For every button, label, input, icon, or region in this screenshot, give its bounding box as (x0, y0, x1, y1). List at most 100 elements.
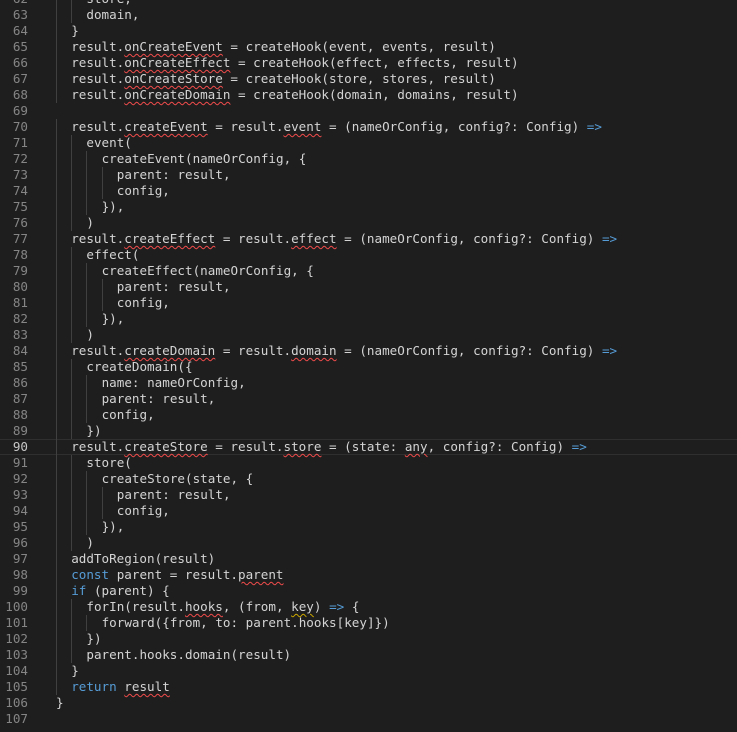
code-line[interactable]: 106} (0, 695, 737, 711)
code-line[interactable]: 84 result.createDomain = result.domain = … (0, 343, 737, 359)
code-line[interactable]: 78 effect( (0, 247, 737, 263)
code-line[interactable]: 77 result.createEffect = result.effect = … (0, 231, 737, 247)
code-line[interactable]: 103 parent.hooks.domain(result) (0, 647, 737, 663)
code-text: forward({from, to: parent.hooks[key]}) (102, 615, 390, 631)
code-text: domain, (86, 7, 139, 23)
code-line[interactable]: 92 createStore(state, { (0, 471, 737, 487)
indent-guide (56, 647, 57, 663)
line-number: 67 (12, 71, 28, 86)
code-line[interactable]: 107 (0, 711, 737, 727)
code-token: , (from, (222, 599, 292, 614)
code-line[interactable]: 71 event( (0, 135, 737, 151)
line-number: 80 (12, 279, 28, 294)
code-text: result.createEffect = result.effect = (n… (71, 231, 617, 247)
code-line[interactable]: 76) (0, 215, 737, 231)
indent-guide (101, 295, 103, 311)
indent-guide (71, 199, 73, 215)
indent-guide (56, 247, 57, 263)
code-line[interactable]: 75}), (0, 199, 737, 215)
line-number: 88 (12, 407, 28, 422)
code-line[interactable]: 83) (0, 327, 737, 343)
line-number: 83 (12, 327, 28, 342)
indent-guide (71, 311, 73, 327)
line-number: 99 (12, 583, 28, 598)
code-line[interactable]: 85 createDomain({ (0, 359, 737, 375)
code-line[interactable]: 95}), (0, 519, 737, 535)
line-number: 100 (5, 599, 28, 614)
code-line[interactable]: 65 result.onCreateEvent = createHook(even… (0, 39, 737, 55)
indent-guide (71, 631, 73, 647)
code-text: store, (86, 0, 132, 7)
indent-guide (71, 471, 73, 487)
line-number: 68 (12, 87, 28, 102)
indent-guide (71, 647, 73, 663)
code-token: event( (86, 135, 132, 150)
arrow-token: => (571, 439, 587, 454)
code-line[interactable]: 94 config, (0, 503, 737, 519)
code-line[interactable]: 73 parent: result, (0, 167, 737, 183)
code-line[interactable]: 87 parent: result, (0, 391, 737, 407)
code-line[interactable]: 86 name: nameOrConfig, (0, 375, 737, 391)
code-line[interactable]: 81 config, (0, 295, 737, 311)
code-token: forward({from, to: parent.hooks[key]}) (101, 615, 390, 630)
code-line[interactable]: 97 addToRegion(result) (0, 551, 737, 567)
line-number: 64 (12, 23, 28, 38)
code-line[interactable]: 105 return result (0, 679, 737, 695)
code-line[interactable]: 96) (0, 535, 737, 551)
line-number: 94 (12, 503, 28, 518)
code-token: event (283, 119, 322, 134)
code-token: }), (101, 199, 125, 214)
code-line[interactable]: 93 parent: result, (0, 487, 737, 503)
line-number: 106 (5, 695, 28, 710)
code-line[interactable]: 82}), (0, 311, 737, 327)
code-token: result. (71, 55, 125, 70)
code-line[interactable]: 100 forIn(result.hooks, (from, key) => { (0, 599, 737, 615)
code-token: }), (101, 311, 125, 326)
code-line[interactable]: 63 domain, (0, 7, 737, 23)
code-token: createEffect(nameOrConfig, { (101, 263, 314, 278)
code-line[interactable]: 62 store, (0, 0, 737, 7)
indent-guide (71, 327, 73, 343)
line-number: 70 (12, 119, 28, 134)
code-line[interactable]: 91 store( (0, 455, 737, 471)
code-line[interactable]: 80 parent: result, (0, 279, 737, 295)
code-line[interactable]: 99 if (parent) { (0, 583, 737, 599)
code-line[interactable]: 70 result.createEvent = result.event = (n… (0, 119, 737, 135)
code-line[interactable]: 101 forward({from, to: parent.hooks[key]}… (0, 615, 737, 631)
code-line[interactable]: 89}) (0, 423, 737, 439)
code-token: result. (71, 343, 125, 358)
code-line[interactable]: 102}) (0, 631, 737, 647)
indent-guide (71, 167, 73, 183)
code-line[interactable]: 72 createEvent(nameOrConfig, { (0, 151, 737, 167)
code-token: onCreateDomain (124, 87, 231, 102)
code-text: createStore(state, { (102, 471, 254, 487)
code-token: result. (71, 119, 125, 134)
code-line[interactable]: 69 (0, 103, 737, 119)
indent-guide (56, 583, 57, 599)
code-line[interactable]: 67 result.onCreateStore = createHook(stor… (0, 71, 737, 87)
code-token: onCreateEvent (124, 39, 223, 54)
code-line[interactable]: 64} (0, 23, 737, 39)
code-line[interactable]: 79 createEffect(nameOrConfig, { (0, 263, 737, 279)
indent-guide (86, 487, 88, 503)
code-text: config, (117, 503, 170, 519)
code-line[interactable]: 98 const parent = result.parent (0, 567, 737, 583)
code-line[interactable]: 68 result.onCreateDomain = createHook(dom… (0, 87, 737, 103)
code-line[interactable]: 88 config, (0, 407, 737, 423)
code-token: } (71, 663, 79, 678)
code-text: createEffect(nameOrConfig, { (102, 263, 314, 279)
arrow-token: => (601, 343, 618, 358)
line-number: 92 (12, 471, 28, 486)
code-line[interactable]: 90 result.createStore = result.store = (s… (0, 439, 737, 455)
indent-guide (71, 0, 73, 7)
code-line[interactable]: 66 result.onCreateEffect = createHook(eff… (0, 55, 737, 71)
code-text: result.onCreateStore = createHook(store,… (71, 71, 496, 87)
code-line[interactable]: 104} (0, 663, 737, 679)
code-line[interactable]: 74 config, (0, 183, 737, 199)
code-text: config, (117, 295, 170, 311)
code-editor[interactable]: 62store,63domain,64}65result.onCreateEve… (0, 0, 737, 727)
indent-guide (71, 455, 73, 471)
line-number: 85 (12, 359, 28, 374)
line-number: 104 (5, 663, 28, 678)
line-number: 76 (12, 215, 28, 230)
